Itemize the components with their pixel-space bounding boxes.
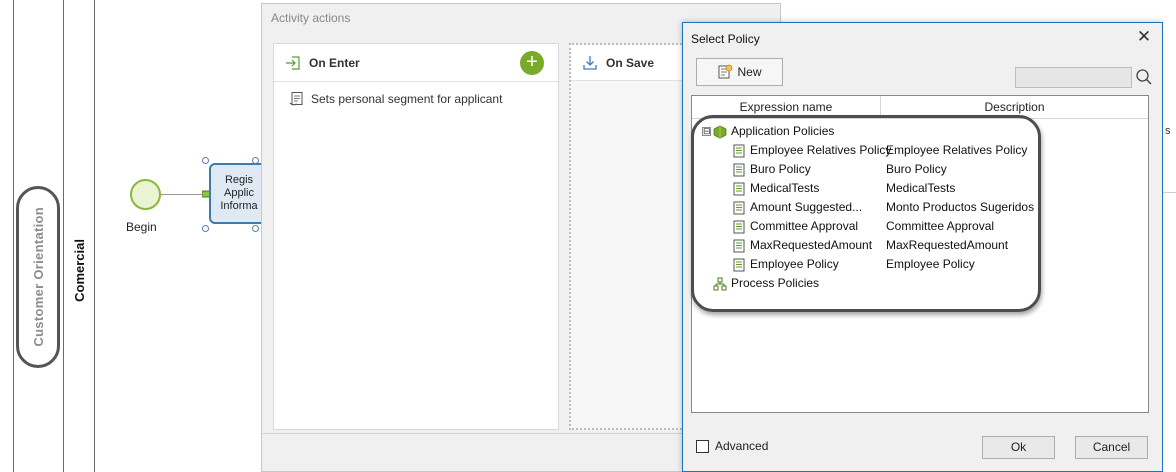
advanced-checkbox[interactable]: Advanced xyxy=(696,439,768,453)
dialog-title: Select Policy xyxy=(691,32,760,46)
policy-doc-icon xyxy=(733,220,745,233)
policy-tree[interactable]: Expression name Description ⊟ Applicatio… xyxy=(691,95,1149,413)
collapse-icon[interactable]: ⊟ xyxy=(702,127,711,136)
expression-name: Amount Suggested... xyxy=(750,200,863,214)
tree-row[interactable]: Employee Policy Employee Policy xyxy=(692,255,1148,274)
expression-name: Buro Policy xyxy=(750,162,811,176)
ok-button[interactable]: Ok xyxy=(982,436,1055,459)
task-label-line: Informa xyxy=(220,200,258,212)
on-enter-panel: On Enter + Sets personal segment for app… xyxy=(273,43,559,430)
tree-row[interactable]: Amount Suggested... Monto Productos Suge… xyxy=(692,198,1148,217)
start-event[interactable] xyxy=(130,179,161,210)
list-item[interactable]: Sets personal segment for applicant xyxy=(289,91,502,107)
clipped-text: s xyxy=(1165,125,1171,137)
new-button[interactable]: New xyxy=(696,58,783,86)
group-label: Process Policies xyxy=(731,276,820,290)
action-label: Sets personal segment for applicant xyxy=(311,92,503,106)
tree-row[interactable]: Buro Policy Buro Policy xyxy=(692,160,1148,179)
task-register-application[interactable]: Regis Applic Informa xyxy=(209,163,269,224)
tree-row[interactable]: MedicalTests MedicalTests xyxy=(692,179,1148,198)
description: Monto Productos Sugeridos xyxy=(886,200,1035,214)
column-header-expression-name[interactable]: Expression name xyxy=(692,96,881,119)
lane-title: Customer Orientation xyxy=(30,207,46,347)
column-header-description[interactable]: Description xyxy=(881,96,1148,119)
description: Committee Approval xyxy=(886,219,995,233)
expression-name: Employee Policy xyxy=(750,257,839,271)
selection-handle[interactable] xyxy=(252,157,259,164)
expression-name: MaxRequestedAmount xyxy=(750,238,873,252)
cancel-button[interactable]: Cancel xyxy=(1075,436,1148,459)
close-icon[interactable]: ✕ xyxy=(1135,28,1153,46)
selection-handle[interactable] xyxy=(202,157,209,164)
expression-name: Committee Approval xyxy=(750,219,859,233)
group-label: Application Policies xyxy=(731,124,835,138)
add-action-button[interactable]: + xyxy=(520,51,544,75)
task-label-line: Applic xyxy=(224,187,254,199)
description: Employee Policy xyxy=(886,257,975,271)
script-icon xyxy=(289,92,303,106)
tree-group-process-policies[interactable]: Process Policies xyxy=(692,274,1148,293)
description: MedicalTests xyxy=(886,181,956,195)
expression-name: MedicalTests xyxy=(750,181,820,195)
tree-row[interactable]: Committee Approval Committee Approval xyxy=(692,217,1148,236)
policy-doc-icon xyxy=(733,258,745,271)
divider xyxy=(1163,192,1176,193)
on-enter-label: On Enter xyxy=(309,55,360,70)
new-button-label: New xyxy=(737,65,762,79)
task-label-line: Regis xyxy=(224,174,254,186)
policy-doc-icon xyxy=(733,239,745,252)
expression-name: Employee Relatives Policy xyxy=(750,143,892,157)
policy-group-icon xyxy=(713,125,727,138)
checkbox-box[interactable] xyxy=(696,439,709,453)
enter-icon xyxy=(286,55,300,70)
description: Employee Relatives Policy xyxy=(886,143,1028,157)
on-enter-header: On Enter + xyxy=(274,44,558,82)
selection-handle[interactable] xyxy=(252,225,259,232)
tree-row[interactable]: MaxRequestedAmount MaxRequestedAmount xyxy=(692,236,1148,255)
search-input[interactable] xyxy=(1015,67,1132,88)
selection-handle[interactable] xyxy=(202,225,209,232)
select-policy-dialog: Select Policy ✕ New Expression name Desc… xyxy=(682,22,1163,472)
lane-subtitle: Comercial xyxy=(71,238,87,302)
lane-divider xyxy=(94,0,95,472)
advanced-label: Advanced xyxy=(715,439,769,453)
window-title: Activity actions xyxy=(271,11,351,25)
start-event-label: Begin xyxy=(126,220,157,234)
description: MaxRequestedAmount xyxy=(886,238,1009,252)
on-save-label: On Save xyxy=(606,55,655,70)
sequence-flow[interactable] xyxy=(161,194,203,195)
lane-subtitle-box: Comercial xyxy=(64,200,94,340)
save-icon xyxy=(583,55,597,70)
tree-row[interactable]: Employee Relatives Policy Employee Relat… xyxy=(692,141,1148,160)
policy-doc-icon xyxy=(733,144,745,157)
background-window-edge: s xyxy=(1163,0,1176,472)
new-policy-icon xyxy=(718,64,733,79)
description: Buro Policy xyxy=(886,162,947,176)
pool-border xyxy=(13,0,14,472)
lane-title-callout: Customer Orientation xyxy=(16,186,60,368)
policy-doc-icon xyxy=(733,163,745,176)
process-hierarchy-icon xyxy=(713,277,727,290)
policy-doc-icon xyxy=(733,201,745,214)
tree-group-application-policies[interactable]: ⊟ Application Policies xyxy=(692,122,1148,141)
search-icon[interactable] xyxy=(1135,68,1153,86)
policy-doc-icon xyxy=(733,182,745,195)
